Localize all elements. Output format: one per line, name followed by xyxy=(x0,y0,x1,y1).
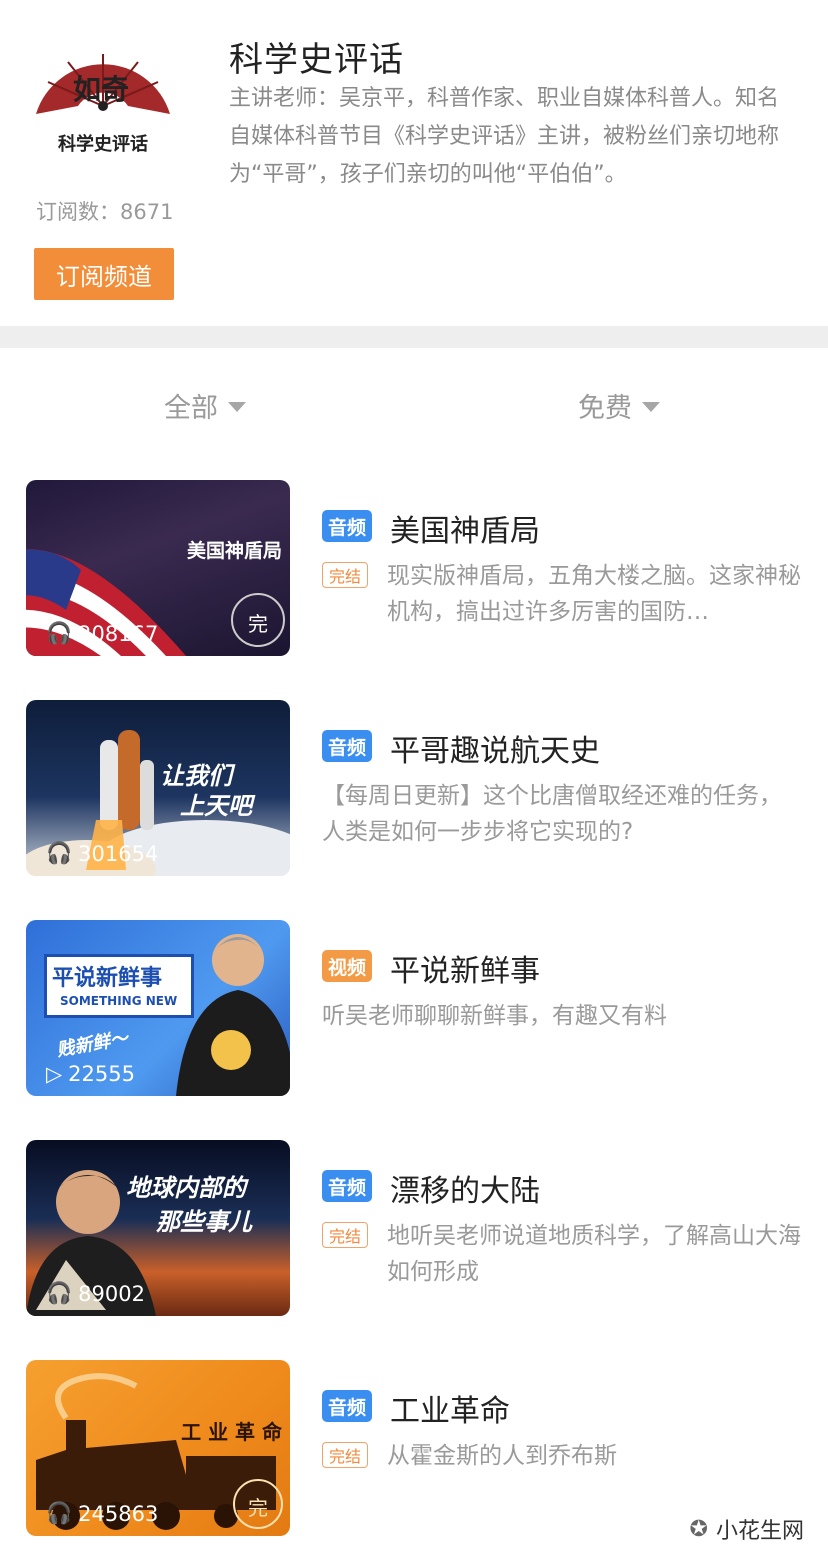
course-description: 从霍金斯的人到乔布斯 xyxy=(387,1443,617,1469)
filter-bar: 全部 免费 xyxy=(0,348,828,458)
headphones-icon: 🎧 xyxy=(46,841,73,865)
channel-logo: 如奇 科学史评话 xyxy=(36,54,170,155)
price-filter[interactable]: 免费 xyxy=(578,386,660,425)
thumb-caption: 地球内部的 xyxy=(126,1174,246,1202)
completed-badge: 完结 xyxy=(322,1222,369,1248)
svg-text:科学史评话: 科学史评话 xyxy=(58,133,148,155)
thumb-caption: 工 业 革 命 xyxy=(181,1420,282,1444)
type-badge: 音频 xyxy=(322,1170,373,1202)
course-description: 听吴老师聊聊新鲜事，有趣又有料 xyxy=(322,1003,667,1029)
headphones-icon: 🎧 xyxy=(46,1281,73,1305)
course-title[interactable]: 工业革命 xyxy=(390,1386,510,1430)
price-filter-label: 免费 xyxy=(578,393,632,424)
section-divider xyxy=(0,326,828,348)
category-filter-label: 全部 xyxy=(164,393,218,424)
course-description: 地听吴老师说道地质科学，了解高山大海如何形成 xyxy=(387,1223,801,1285)
headphones-icon: 🎧 xyxy=(46,621,73,645)
course-title[interactable]: 漂移的大陆 xyxy=(390,1166,540,1210)
type-badge: 视频 xyxy=(322,950,373,982)
channel-description: 主讲老师：吴京平，科普作家、职业自媒体科普人。知名自媒体科普节目《科学史评话》主… xyxy=(229,86,780,187)
play-count: ▷ 22555 xyxy=(46,1062,135,1086)
channel-header: 如奇 科学史评话 科学史评话 主讲老师：吴京平，科普作家、职业自媒体科普人。知名… xyxy=(0,0,828,326)
thumb-caption: 上天吧 xyxy=(180,792,252,820)
course-thumbnail[interactable]: 平说新鲜事 SOMETHING NEW 贱新鲜～ ▷ 22555 xyxy=(26,920,290,1096)
svg-text:如奇: 如奇 xyxy=(73,73,129,106)
list-item[interactable]: 工 业 革 命 完 🎧 245863 音频 工业革命 完结 从霍金斯的人到乔布斯 xyxy=(0,1360,828,1536)
thumb-caption: 那些事儿 xyxy=(156,1208,252,1236)
caret-down-icon xyxy=(642,401,660,412)
course-thumbnail[interactable]: 工 业 革 命 完 🎧 245863 xyxy=(26,1360,290,1536)
list-item[interactable]: 让我们 上天吧 🎧 301654 音频 平哥趣说航天史 【每周日更新】这个比唐僧… xyxy=(0,700,828,876)
course-title[interactable]: 平说新鲜事 xyxy=(390,946,540,990)
watermark: ✪ 小花生网 xyxy=(689,1516,804,1545)
list-item[interactable]: 地球内部的 那些事儿 🎧 89002 音频 漂移的大陆 完结 地听吴老师说道地质… xyxy=(0,1140,828,1316)
course-title[interactable]: 美国神盾局 xyxy=(390,506,540,550)
list-item[interactable]: 美国神盾局 完 🎧 208167 音频 美国神盾局 完结 现实版神盾局，五角大楼… xyxy=(0,480,828,656)
play-count: 🎧 89002 xyxy=(46,1281,145,1306)
channel-title: 科学史评话 xyxy=(229,40,404,80)
play-icon: ▷ xyxy=(46,1062,63,1086)
course-description: 【每周日更新】这个比唐僧取经还难的任务，人类是如何一步步将它实现的? xyxy=(322,783,782,845)
course-description: 现实版神盾局，五角大楼之脑。这家神秘机构，搞出过许多厉害的国防… xyxy=(387,563,801,625)
completed-badge: 完结 xyxy=(322,562,369,588)
wechat-icon: ✪ xyxy=(689,1516,708,1542)
completed-badge: 完结 xyxy=(322,1442,369,1468)
done-stamp: 完 xyxy=(248,1496,268,1520)
headphones-icon: 🎧 xyxy=(46,1501,73,1525)
caret-down-icon xyxy=(228,401,246,412)
play-count: 🎧 245863 xyxy=(46,1501,159,1526)
list-item[interactable]: 平说新鲜事 SOMETHING NEW 贱新鲜～ ▷ 22555 视频 平说新鲜… xyxy=(0,920,828,1096)
course-thumbnail[interactable]: 美国神盾局 完 🎧 208167 xyxy=(26,480,290,656)
play-count: 🎧 301654 xyxy=(46,841,159,866)
subscriber-count: 订阅数：8671 xyxy=(36,200,174,224)
category-filter[interactable]: 全部 xyxy=(164,386,246,425)
done-stamp: 完 xyxy=(248,612,268,636)
thumb-caption: 美国神盾局 xyxy=(186,540,282,562)
type-badge: 音频 xyxy=(322,1390,373,1422)
play-count: 🎧 208167 xyxy=(46,621,159,646)
type-badge: 音频 xyxy=(322,730,373,762)
type-badge: 音频 xyxy=(322,510,373,542)
course-title[interactable]: 平哥趣说航天史 xyxy=(390,726,600,770)
course-thumbnail[interactable]: 地球内部的 那些事儿 🎧 89002 xyxy=(26,1140,290,1316)
course-thumbnail[interactable]: 让我们 上天吧 🎧 301654 xyxy=(26,700,290,876)
subscribe-button[interactable]: 订阅频道 xyxy=(34,248,174,300)
